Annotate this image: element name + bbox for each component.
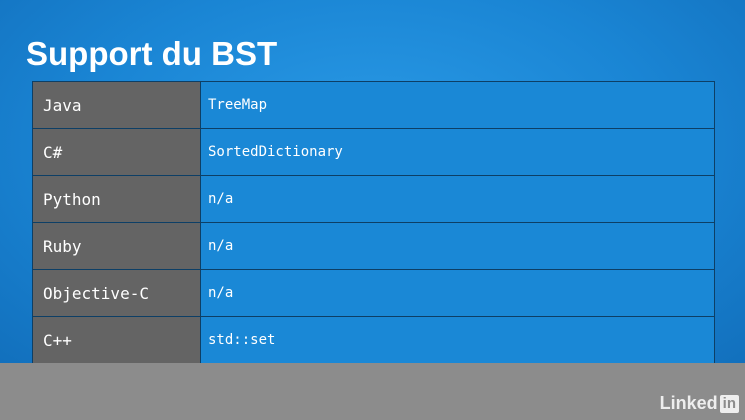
language-cell: Objective-C xyxy=(32,269,201,317)
table-row: Python n/a xyxy=(32,175,715,223)
linkedin-logo-text: Linked xyxy=(659,393,718,413)
language-cell: C++ xyxy=(32,316,201,364)
implementation-cell: n/a xyxy=(200,222,715,270)
language-cell: Python xyxy=(32,175,201,223)
language-cell: C# xyxy=(32,128,201,176)
table-row: Ruby n/a xyxy=(32,222,715,270)
implementation-cell: n/a xyxy=(200,269,715,317)
implementation-cell: std::set xyxy=(200,316,715,364)
language-cell: Java xyxy=(32,81,201,129)
slide: Support du BST Java TreeMap C# SortedDic… xyxy=(0,0,745,364)
slide-title: Support du BST xyxy=(26,35,278,72)
implementation-cell: TreeMap xyxy=(200,81,715,129)
bottom-bar: Linked in xyxy=(0,363,745,420)
implementation-cell: n/a xyxy=(200,175,715,223)
table-row: C++ std::set xyxy=(32,316,715,364)
implementation-cell: SortedDictionary xyxy=(200,128,715,176)
table-row: C# SortedDictionary xyxy=(32,128,715,176)
table-row: Objective-C n/a xyxy=(32,269,715,317)
language-cell: Ruby xyxy=(32,222,201,270)
bst-support-table: Java TreeMap C# SortedDictionary Python … xyxy=(32,81,715,364)
table-row: Java TreeMap xyxy=(32,81,715,129)
linkedin-logo: Linked in xyxy=(660,393,739,414)
linkedin-badge: in xyxy=(719,394,739,413)
